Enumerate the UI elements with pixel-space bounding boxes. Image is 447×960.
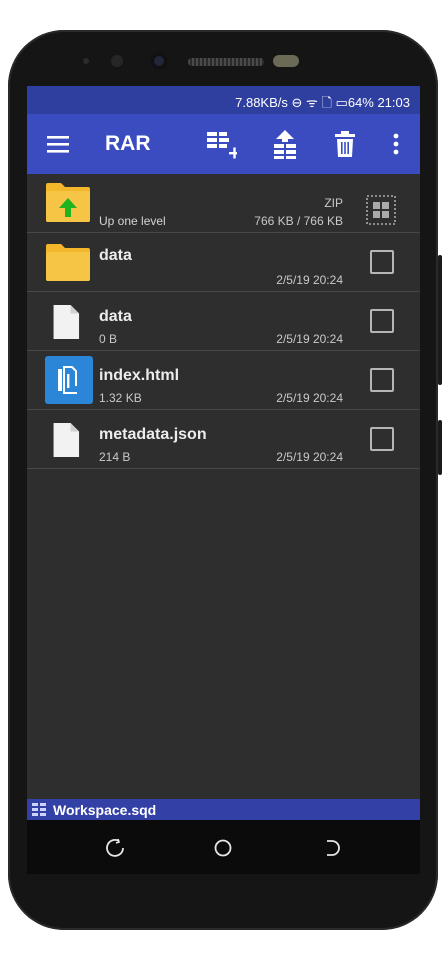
back-icon[interactable] <box>320 837 342 859</box>
flash-icon <box>273 55 299 67</box>
file-list: Up one level ZIP 766 KB / 766 KB data 2/… <box>27 174 420 799</box>
workspace-bar[interactable]: Workspace.sqd <box>27 799 420 820</box>
item-name: data <box>99 247 132 264</box>
archive-type: ZIP <box>324 196 343 210</box>
archive-icon <box>32 803 46 816</box>
screen: 7.88KB/s ⊖ ᯤ 🗋 ▭64% 21:03 RAR Up one lev… <box>27 86 420 874</box>
up-one-level-row[interactable]: Up one level ZIP 766 KB / 766 KB <box>27 174 420 233</box>
more-vert-icon[interactable] <box>380 128 412 160</box>
proximity-sensor <box>83 58 89 64</box>
item-date: 2/5/19 20:24 <box>276 450 343 464</box>
status-text: 7.88KB/s ⊖ ᯤ 🗋 ▭64% 21:03 <box>235 95 410 110</box>
power-button <box>438 420 442 475</box>
folder-icon <box>46 244 90 281</box>
delete-icon[interactable] <box>329 128 361 160</box>
item-checkbox[interactable] <box>370 309 394 333</box>
home-icon[interactable] <box>212 837 234 859</box>
list-item[interactable]: data 0 B 2/5/19 20:24 <box>27 292 420 351</box>
item-checkbox[interactable] <box>370 427 394 451</box>
navigation-bar <box>27 820 420 874</box>
light-sensor <box>111 55 123 67</box>
toolbar: RAR <box>27 114 420 174</box>
folder-up-icon <box>46 183 90 222</box>
menu-icon[interactable] <box>43 128 75 160</box>
archive-size: 766 KB / 766 KB <box>254 214 343 228</box>
item-checkbox[interactable] <box>370 250 394 274</box>
add-to-archive-icon[interactable] <box>205 128 237 160</box>
recent-apps-icon[interactable] <box>104 837 126 859</box>
extract-icon[interactable] <box>269 128 301 160</box>
item-size: 214 B <box>99 450 131 464</box>
item-name: data <box>99 308 132 325</box>
html-file-icon <box>45 356 93 404</box>
item-name: metadata.json <box>99 426 207 443</box>
file-icon <box>53 423 80 457</box>
front-camera <box>150 52 168 70</box>
up-one-level-label: Up one level <box>99 214 166 228</box>
earpiece-speaker <box>188 58 264 66</box>
file-icon <box>53 305 80 339</box>
list-item[interactable]: metadata.json 214 B 2/5/19 20:24 <box>27 410 420 469</box>
status-bar: 7.88KB/s ⊖ ᯤ 🗋 ▭64% 21:03 <box>27 86 420 114</box>
workspace-label: Workspace.sqd <box>53 802 157 818</box>
list-item[interactable]: index.html 1.32 KB 2/5/19 20:24 <box>27 351 420 410</box>
item-name: index.html <box>99 367 180 384</box>
item-size: 1.32 KB <box>99 391 142 405</box>
item-date: 2/5/19 20:24 <box>276 273 343 287</box>
item-checkbox[interactable] <box>370 368 394 392</box>
item-size: 0 B <box>99 332 118 346</box>
volume-button <box>438 255 442 385</box>
item-date: 2/5/19 20:24 <box>276 332 343 346</box>
list-item[interactable]: data 2/5/19 20:24 <box>27 233 420 292</box>
item-date: 2/5/19 20:24 <box>276 391 343 405</box>
select-all-icon[interactable] <box>366 195 396 225</box>
app-title: RAR <box>105 132 151 155</box>
